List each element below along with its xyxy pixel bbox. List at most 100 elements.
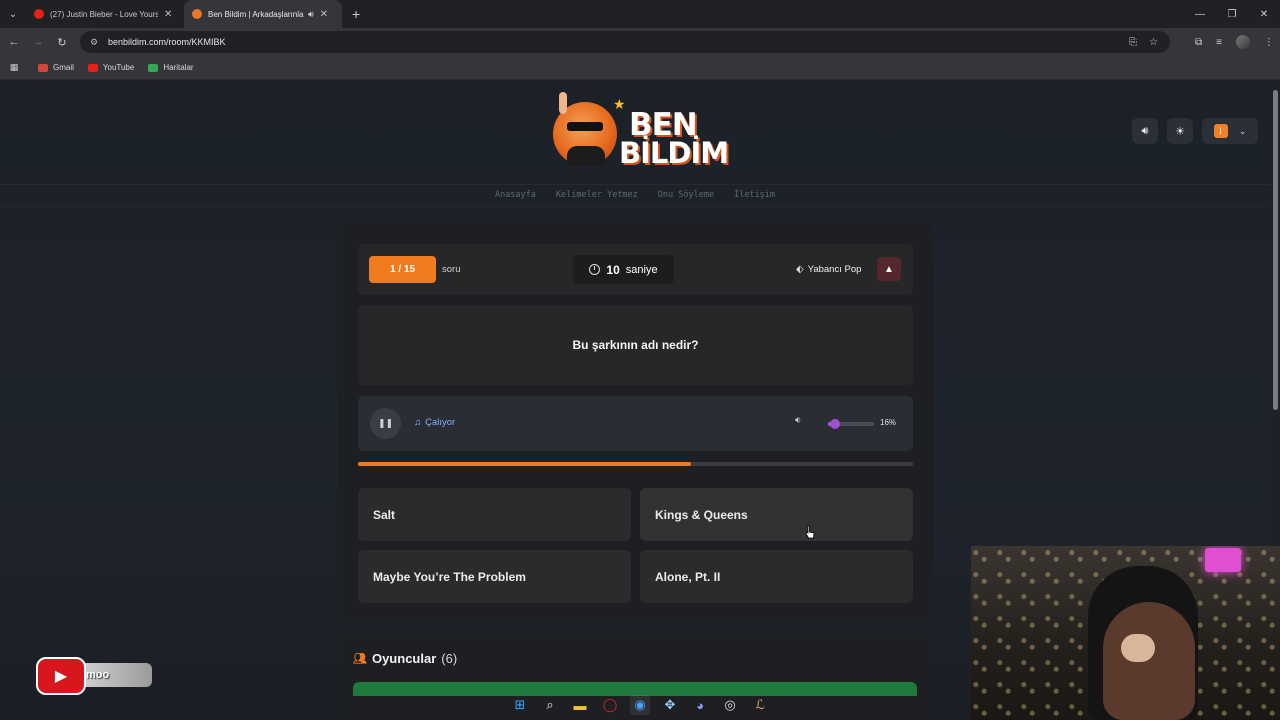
back-icon[interactable]: ← (2, 36, 26, 48)
discord-icon[interactable]: ◕ (690, 695, 710, 715)
answer-option[interactable]: Salt (358, 488, 631, 541)
avatar: İ (1213, 124, 1228, 138)
clock-icon (589, 264, 601, 275)
volume-icon[interactable]: 🔉︎ (795, 415, 801, 426)
address-toolbar: ← → ↻ ⚙ benbildim.com/room/KKMIBK ⎘ ☆ ⧉ … (0, 28, 1280, 56)
nav-link-home[interactable]: Anasayfa (495, 190, 536, 206)
answer-option[interactable]: Maybe You’re The Problem (358, 550, 631, 603)
answer-option[interactable]: Alone, Pt. II (640, 550, 913, 603)
bookmark-label: Haritalar (163, 63, 194, 72)
bookmark-star-icon[interactable]: ☆ (1149, 37, 1158, 48)
neon-sign (1205, 548, 1241, 572)
genre-label: Yabancı Pop (807, 264, 862, 275)
timer-unit: saniye (625, 263, 658, 276)
chrome-icon[interactable]: ◉ (630, 695, 650, 715)
volume-handle[interactable] (830, 419, 841, 429)
tab-search-icon[interactable]: ⌄ (0, 0, 26, 28)
gmail-icon (38, 63, 48, 72)
media-control-icon[interactable]: ≡ (1216, 37, 1222, 48)
benbildim-icon (192, 9, 202, 19)
star-icon: ★ (613, 96, 626, 112)
user-menu-button[interactable]: İ ⌄ (1202, 118, 1258, 144)
answer-option[interactable]: Kings & Queens (640, 488, 913, 541)
forward-icon[interactable]: → (26, 36, 50, 48)
players-title: Oyuncular (371, 651, 437, 666)
song-progress-fill (358, 462, 691, 466)
nav-link-onu-soyleme[interactable]: Onu Söyleme (658, 190, 714, 206)
bookmarks-bar: ▦ Gmail YouTube Haritalar (0, 56, 1280, 80)
audio-player: ❚❚ ♫ Çalıyor 🔉︎ 16% (358, 396, 913, 451)
file-explorer-icon[interactable]: ▬ (570, 695, 590, 715)
timer-value: 10 (606, 262, 620, 277)
sound-toggle-button[interactable]: 🔊︎ (1132, 118, 1158, 144)
scrollbar-thumb[interactable] (1273, 90, 1278, 410)
url-text: benbildim.com/room/KKMIBK (108, 37, 226, 47)
browser-tab-bar: ⌄ (27) Justin Bieber - Love Yourself ✕ B… (0, 0, 1280, 28)
bookmark-youtube[interactable]: YouTube (87, 63, 135, 72)
install-app-icon[interactable]: ⎘ (1129, 37, 1137, 48)
search-icon[interactable]: ⌕ (540, 695, 560, 715)
bookmark-label: Gmail (53, 63, 74, 72)
menu-icon[interactable]: ⋮ (1264, 37, 1274, 48)
site-logo[interactable]: ★ BEN BİLDİM (553, 92, 729, 172)
game-card: 1 / 15 soru 10 saniye ⬖ Yabancı Pop ▲ Bu… (337, 222, 934, 622)
tab-title: (27) Justin Bieber - Love Yourself (50, 9, 158, 19)
music-note-icon: ♫ (414, 417, 422, 428)
close-tab-icon[interactable]: ✕ (320, 9, 328, 20)
game-app-icon[interactable]: ✥ (660, 695, 680, 715)
sun-icon: ☀ (1175, 125, 1185, 138)
site-info-icon[interactable]: ⚙ (90, 37, 100, 48)
bookmark-gmail[interactable]: Gmail (38, 63, 74, 72)
close-tab-icon[interactable]: ✕ (164, 9, 172, 20)
taskbar: ⊞ ⌕ ▬ ◯ ◉ ✥ ◕ ◎ ℒ (500, 690, 780, 720)
tab-title: Ben Bildim | Arkadaşlarınla (208, 9, 304, 19)
report-button[interactable]: ▲ (877, 257, 901, 281)
extensions-icon[interactable]: ⧉ (1195, 37, 1202, 48)
restore-icon[interactable]: ❐ (1216, 0, 1248, 28)
tab-audio-icon[interactable]: 🔊︎ (308, 9, 314, 20)
site-header: ★ BEN BİLDİM 🔊︎ ☀ İ ⌄ (0, 80, 1270, 185)
steam-icon[interactable]: ◎ (720, 695, 740, 715)
pause-icon: ❚❚ (377, 418, 394, 428)
speaker-icon: 🔊︎ (1141, 124, 1149, 137)
window-controls: — ❐ ✕ (1184, 0, 1280, 28)
question-status-bar: 1 / 15 soru 10 saniye ⬖ Yabancı Pop ▲ (358, 244, 913, 295)
question-text: Bu şarkının adı nedir? (358, 305, 913, 385)
theme-toggle-button[interactable]: ☀ (1167, 118, 1193, 144)
pause-button[interactable]: ❚❚ (370, 408, 401, 439)
question-counter: 1 / 15 (369, 256, 436, 283)
bookmark-maps[interactable]: Haritalar (148, 63, 194, 72)
windows-start-icon[interactable]: ⊞ (510, 695, 530, 715)
opera-gx-icon[interactable]: ◯ (600, 695, 620, 715)
nav-link-kelimeler-yetmez[interactable]: Kelimeler Yetmez (556, 190, 638, 206)
volume-slider[interactable] (828, 419, 874, 429)
profile-avatar[interactable] (1236, 35, 1250, 49)
players-count: (6) (441, 651, 458, 666)
apps-grid-icon[interactable]: ▦ (0, 62, 28, 73)
main-nav: Anasayfa Kelimeler Yetmez Onu Söyleme İl… (0, 185, 1270, 207)
warning-icon: ▲ (884, 263, 894, 275)
minimize-icon[interactable]: — (1184, 0, 1216, 28)
tag-icon: ⬖ (796, 264, 804, 275)
youtube-icon (87, 63, 98, 72)
url-bar[interactable]: ⚙ benbildim.com/room/KKMIBK ⎘ ☆ (80, 31, 1170, 53)
players-heading: 👥︎ Oyuncular (6) (353, 651, 457, 666)
volume-percent: 16% (880, 418, 897, 427)
overlay-text: moo (86, 669, 110, 681)
bookmark-label: YouTube (102, 63, 135, 72)
maps-icon (148, 63, 159, 72)
new-tab-button[interactable]: + (352, 6, 360, 22)
reload-icon[interactable]: ↻ (50, 36, 74, 49)
nav-link-iletisim[interactable]: İletişim (734, 190, 775, 206)
youtube-overlay: ▶ moo (36, 657, 154, 695)
tab-benbildim[interactable]: Ben Bildim | Arkadaşlarınla 🔊︎ ✕ (184, 0, 342, 28)
genre-badge: ⬖ Yabancı Pop (796, 264, 861, 275)
close-window-icon[interactable]: ✕ (1248, 0, 1280, 28)
webcam-feed (971, 546, 1280, 720)
youtube-icon (34, 9, 44, 19)
tab-youtube[interactable]: (27) Justin Bieber - Love Yourself ✕ (26, 0, 184, 28)
song-progress-bar (358, 462, 913, 466)
league-of-legends-icon[interactable]: ℒ (750, 695, 770, 715)
logo-text: BİLDİM (619, 136, 729, 170)
playing-label: Çalıyor (425, 417, 456, 428)
